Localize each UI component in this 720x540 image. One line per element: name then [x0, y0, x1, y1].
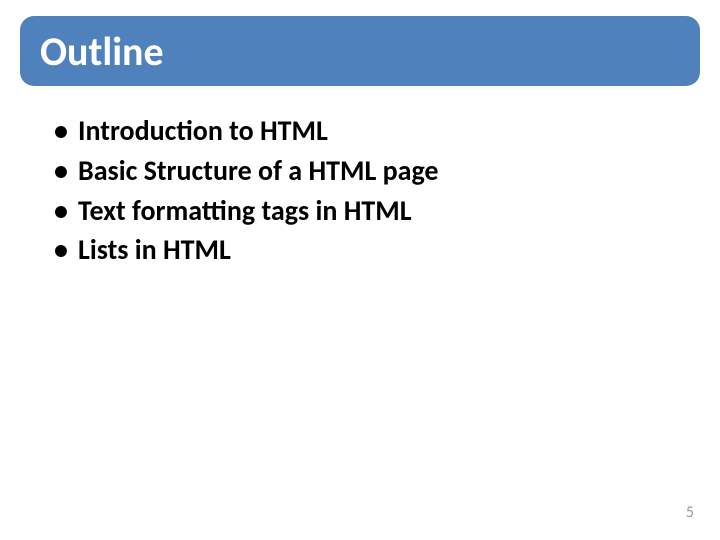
title-bar: Outline [20, 16, 700, 86]
slide-title: Outline [40, 27, 164, 76]
list-item: Introduction to HTML [48, 112, 680, 150]
slide-content: Introduction to HTML Basic Structure of … [48, 112, 680, 271]
list-item: Text formatting tags in HTML [48, 192, 680, 230]
bullet-list: Introduction to HTML Basic Structure of … [48, 112, 680, 269]
page-number: 5 [686, 503, 694, 522]
list-item: Basic Structure of a HTML page [48, 152, 680, 190]
list-item: Lists in HTML [48, 231, 680, 269]
